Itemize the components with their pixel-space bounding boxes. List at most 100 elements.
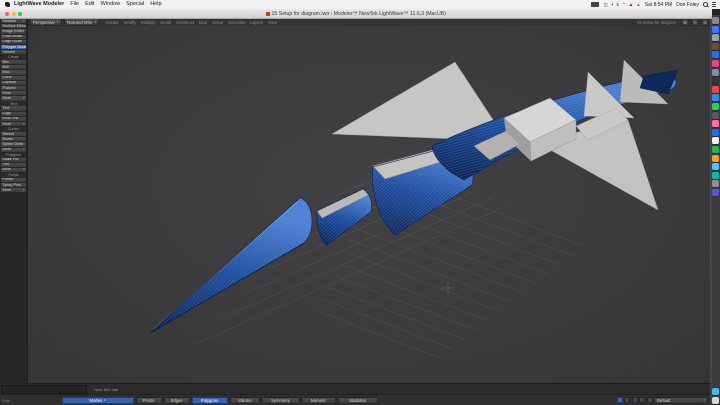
chevron-down-icon: ▾	[23, 148, 25, 153]
lightwave-doc-icon	[266, 12, 270, 16]
dock-app-icon[interactable]	[712, 163, 719, 170]
dock-app-icon[interactable]	[712, 112, 719, 119]
status-icons: ◫◖b⌃▲▲	[603, 0, 640, 9]
viewport-controls: 15 Setup for diagram ⊞ ↻ ⊕	[637, 18, 711, 26]
tool-more-button[interactable]: More▾	[1, 188, 26, 193]
toolbar-tab-strip: Create Modify Multiply Detail Construct Map Se…	[106, 20, 277, 25]
tab-layers[interactable]: Layers	[250, 20, 263, 25]
chevron-down-icon: ▾	[23, 19, 25, 24]
chevron-down-icon: ▾	[95, 20, 97, 24]
menu-help[interactable]: Help	[150, 0, 161, 9]
notification-center-icon[interactable]	[712, 2, 716, 7]
symmetry-button[interactable]: Symmetry	[262, 397, 300, 404]
macos-dock	[710, 15, 720, 404]
edges-button[interactable]: Edges	[164, 397, 190, 404]
dock-app-icon[interactable]	[712, 26, 719, 33]
fuselage-segment-1	[317, 189, 372, 245]
dock-app-icon[interactable]	[712, 180, 719, 187]
tab-selection[interactable]: Selection	[228, 20, 245, 25]
dock-app-icon[interactable]	[712, 120, 719, 127]
speaker-icon[interactable]: ◖	[611, 0, 614, 9]
dock-app-icon[interactable]	[712, 17, 719, 24]
menu-special[interactable]: Special	[126, 0, 144, 9]
layer-bank-button[interactable]	[647, 397, 653, 403]
dock-app-icon[interactable]	[712, 172, 719, 179]
tab-detail[interactable]: Detail	[160, 20, 171, 25]
modes-button[interactable]: Modes▾	[62, 397, 134, 404]
menu-edit[interactable]: Edit	[85, 0, 94, 9]
jet-model-scene[interactable]	[28, 26, 711, 384]
chevron-down-icon: ▾	[57, 20, 59, 24]
menu-file[interactable]: File	[70, 0, 79, 9]
fast-user-switch-label[interactable]: Don Foley	[676, 2, 699, 8]
chevron-down-icon: ▾	[23, 168, 25, 173]
tab-setup[interactable]: Setup	[212, 20, 223, 25]
tab-view[interactable]: View	[268, 20, 277, 25]
dock-app-icon[interactable]	[712, 103, 719, 110]
dock-app-icon[interactable]	[712, 77, 719, 84]
statistics-button[interactable]: Statistics	[338, 397, 378, 404]
chevron-down-icon: ▾	[23, 96, 25, 101]
dock-app-icon[interactable]	[712, 51, 719, 58]
macos-menu-bar: LightWave Modeler File Edit Window Special He…	[0, 0, 720, 9]
dock-app-icon[interactable]	[712, 137, 719, 144]
next-layer-button[interactable]	[639, 397, 645, 403]
dock-app-icon[interactable]	[712, 43, 719, 50]
dock-app-icon[interactable]	[712, 34, 719, 41]
layer-controls: Default ▾	[617, 397, 712, 404]
bottom-toolbar: Axis Modes▾PointsEdgesPolygonsVolumeSymm…	[0, 394, 711, 405]
chevron-down-icon: ▾	[104, 398, 106, 402]
dock-app-icon[interactable]	[712, 129, 719, 136]
dock-app-icon[interactable]	[712, 189, 719, 196]
battery-icon[interactable]	[591, 2, 599, 7]
display-icon[interactable]: ◫	[603, 0, 607, 9]
dock-app-icon[interactable]	[712, 60, 719, 67]
tab-map[interactable]: Map	[199, 20, 207, 25]
airplay-icon[interactable]: ▲	[636, 0, 640, 9]
prev-layer-button[interactable]	[632, 397, 638, 403]
nose-cone-mesh	[150, 198, 312, 333]
viewport-zoom-icon[interactable]: ⊕	[701, 18, 709, 26]
apple-menu-icon[interactable]	[5, 2, 10, 7]
volume-icon[interactable]: ▲	[629, 0, 633, 9]
polygons-button[interactable]: Polygons	[192, 397, 228, 404]
dock-app-icon[interactable]	[712, 146, 719, 153]
layer-mini-buttons	[617, 397, 653, 403]
layer-fg-button[interactable]	[617, 397, 623, 403]
dock-app-icon[interactable]	[712, 388, 719, 395]
cursor-icon[interactable]: ⌃	[622, 0, 626, 9]
viewport-rotate-icon[interactable]: ↻	[691, 18, 699, 26]
dock-app-icon[interactable]	[712, 397, 719, 404]
tab-construct[interactable]: Construct	[176, 20, 194, 25]
window-title-bar[interactable]: 15 Setup for diagram.lwo - Modeler™ NewT…	[0, 9, 712, 19]
chevron-down-icon: ▾	[703, 398, 705, 402]
perspective-viewport[interactable]	[28, 26, 711, 384]
viewport-rendermode-dropdown[interactable]: Textured Wire ▾	[64, 18, 100, 26]
chevron-down-icon: ▾	[23, 188, 25, 193]
spotlight-icon[interactable]	[703, 2, 708, 7]
menu-window[interactable]: Window	[101, 0, 121, 9]
menu-bar-status-area: ◫◖b⌃▲▲ Sat 8:54 PM Don Foley	[591, 0, 720, 9]
chevron-down-icon: ▾	[23, 122, 25, 127]
viewport-pan-icon[interactable]: ⊞	[681, 18, 689, 26]
tab-modify[interactable]: Modify	[124, 20, 136, 25]
layer-bg-button[interactable]	[624, 397, 630, 403]
viewport-view-dropdown[interactable]: Perspective ▾	[30, 18, 62, 26]
menu-lightwave-modeler[interactable]: LightWave Modeler	[14, 0, 64, 9]
points-button[interactable]: Points	[136, 397, 162, 404]
volume-button[interactable]: Volume	[230, 397, 260, 404]
menu-bar-clock[interactable]: Sat 8:54 PM	[645, 2, 673, 8]
tab-create[interactable]: Create	[106, 20, 119, 25]
bluetooth-icon[interactable]: b	[616, 0, 619, 9]
window-title: 15 Setup for diagram.lwo - Modeler™ NewT…	[0, 11, 712, 17]
dock-app-icon[interactable]	[712, 69, 719, 76]
numeric-button[interactable]: Numeric	[302, 397, 336, 404]
lightwave-modeler-window: Perspective ▾ Textured Wire ▾ Create Modi…	[0, 18, 712, 405]
dock-app-icon[interactable]	[712, 155, 719, 162]
preset-shelf[interactable]	[1, 385, 87, 394]
tab-multiply[interactable]: Multiply	[141, 20, 155, 25]
grid-size-label: Grid: 500 mm	[94, 387, 118, 392]
dock-app-icon[interactable]	[712, 94, 719, 101]
dock-app-icon[interactable]	[712, 86, 719, 93]
surface-selector-dropdown[interactable]: Default ▾	[654, 397, 708, 404]
